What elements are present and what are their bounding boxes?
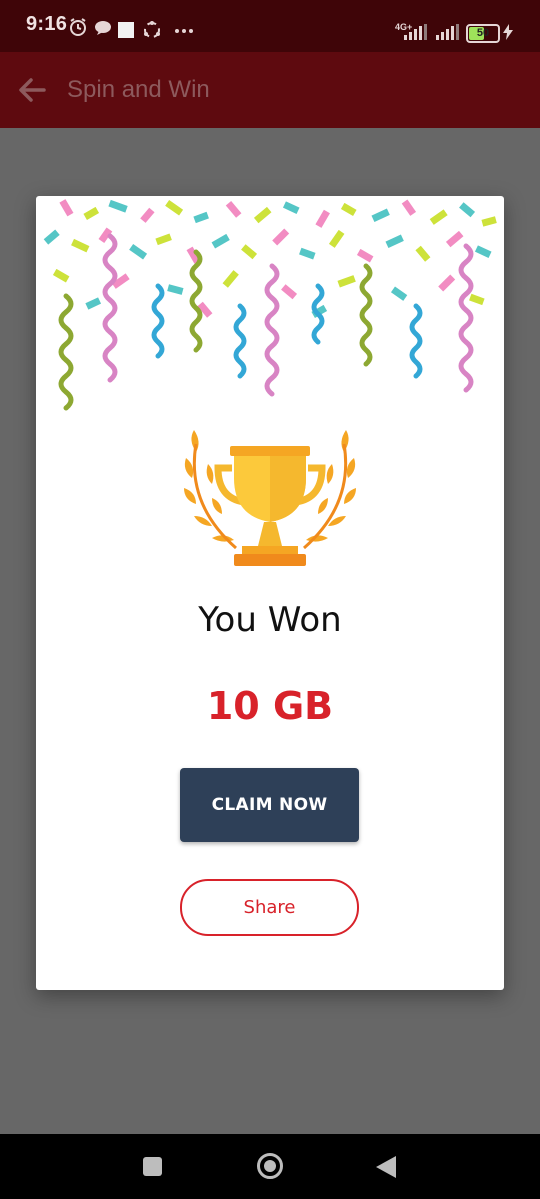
claim-now-button[interactable]: CLAIM NOW	[180, 768, 359, 842]
status-bar: 9:16 4G+ 50	[0, 0, 540, 52]
confetti-illustration	[43, 199, 497, 411]
battery-icon: 50	[466, 24, 500, 43]
trophy-icon	[184, 430, 356, 566]
battery-level: 50	[476, 27, 490, 39]
app-bar: Spin and Win	[0, 52, 540, 128]
home-circle-icon[interactable]	[257, 1153, 283, 1179]
system-nav-bar	[0, 1134, 540, 1199]
back-arrow-icon[interactable]	[14, 72, 50, 108]
win-dialog: You Won 10 GB CLAIM NOW Share	[36, 196, 504, 990]
recents-square-icon[interactable]	[143, 1157, 162, 1176]
prize-amount: 10 GB	[206, 684, 334, 728]
share-sync-icon	[144, 21, 160, 38]
signal-icon-2	[436, 24, 459, 40]
you-won-title: You Won	[198, 600, 342, 640]
alarm-icon	[70, 18, 86, 36]
nav-back-triangle-icon[interactable]	[376, 1156, 396, 1178]
page-title: Spin and Win	[67, 76, 210, 103]
more-dots-icon	[175, 29, 193, 33]
charging-bolt-icon	[503, 24, 513, 40]
share-button[interactable]: Share	[180, 879, 359, 936]
signal-icon-1	[404, 24, 427, 40]
chat-icon	[95, 21, 111, 35]
status-time: 9:16	[26, 13, 68, 35]
notification-square-icon	[118, 22, 134, 38]
